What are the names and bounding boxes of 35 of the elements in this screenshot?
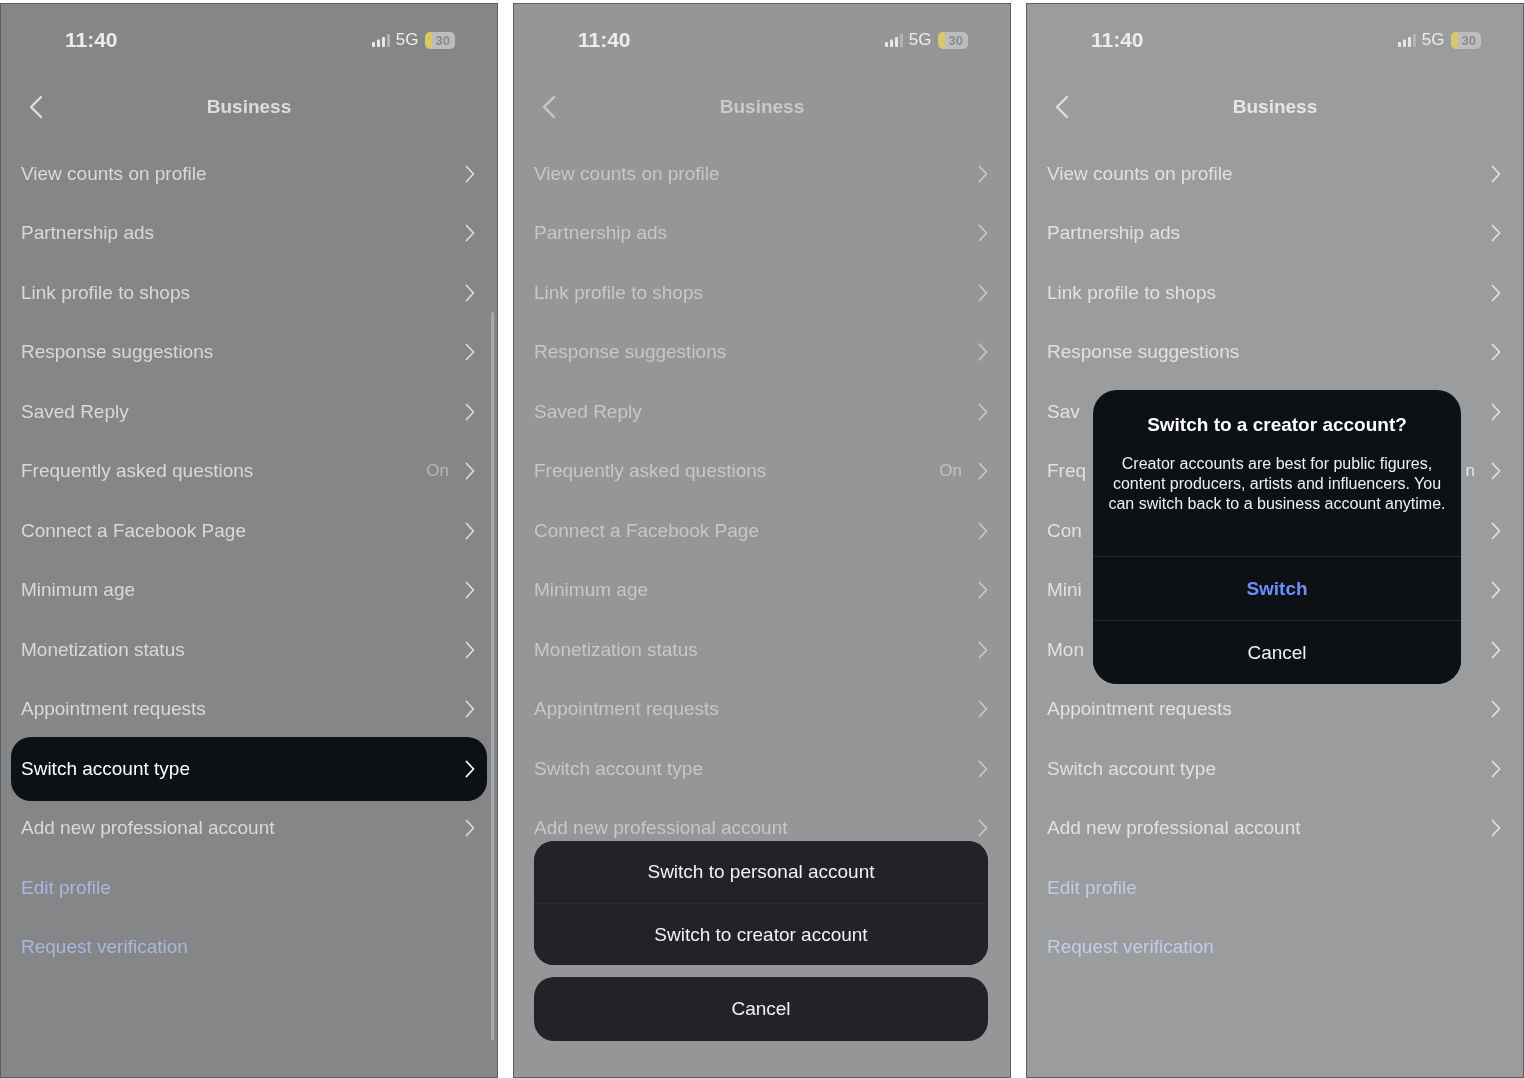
row-label: Switch account type: [21, 758, 190, 780]
dialog-message: Creator accounts are best for public figures, content producers, artists and influencers. You can switch back to a business account anytime.: [1107, 454, 1447, 514]
row-label: Appointment requests: [21, 698, 206, 721]
network-label: 5G: [1421, 30, 1445, 50]
row-label: View counts on profile: [1047, 162, 1233, 185]
row-label: Partnership ads: [21, 222, 155, 245]
status-time: 11:40: [1091, 28, 1144, 52]
row-label: Partnership ads: [1047, 222, 1181, 245]
row-label: View counts on profile: [21, 162, 207, 185]
row-label: Mon: [1047, 638, 1084, 661]
dialog-title: Switch to a creator account?: [1146, 413, 1408, 436]
row-label: Link profile to shops: [21, 281, 190, 304]
row-value: n: [1465, 461, 1475, 482]
row-label: Switch account type: [1047, 757, 1216, 780]
status-time: 11:40: [578, 28, 631, 52]
row-label: Sav: [1047, 400, 1080, 423]
row-label: Connect a Facebook Page: [21, 519, 246, 542]
row-label: Con: [1047, 519, 1082, 542]
row-label: Freq: [1047, 460, 1087, 483]
status-time: 11:40: [65, 28, 118, 52]
network-label: 5G: [908, 30, 932, 50]
row-label: Link profile to shops: [1047, 281, 1216, 304]
row-label: Minimum age: [21, 579, 136, 602]
screen-title: Business: [206, 96, 292, 118]
row-label: Frequently asked questions: [21, 460, 254, 483]
network-label: 5G: [395, 30, 419, 50]
row-label: Add new professional account: [1047, 817, 1301, 840]
row-label: Add new professional account: [21, 817, 275, 840]
row-label: Mini: [1047, 579, 1082, 602]
row-label: Response suggestions: [1047, 341, 1240, 364]
row-label: Saved Reply: [21, 400, 129, 423]
row-label: Appointment requests: [1047, 698, 1232, 721]
screen-title: Business: [1232, 96, 1318, 118]
row-label: Response suggestions: [21, 341, 214, 364]
row-label: Monetization status: [21, 638, 185, 661]
